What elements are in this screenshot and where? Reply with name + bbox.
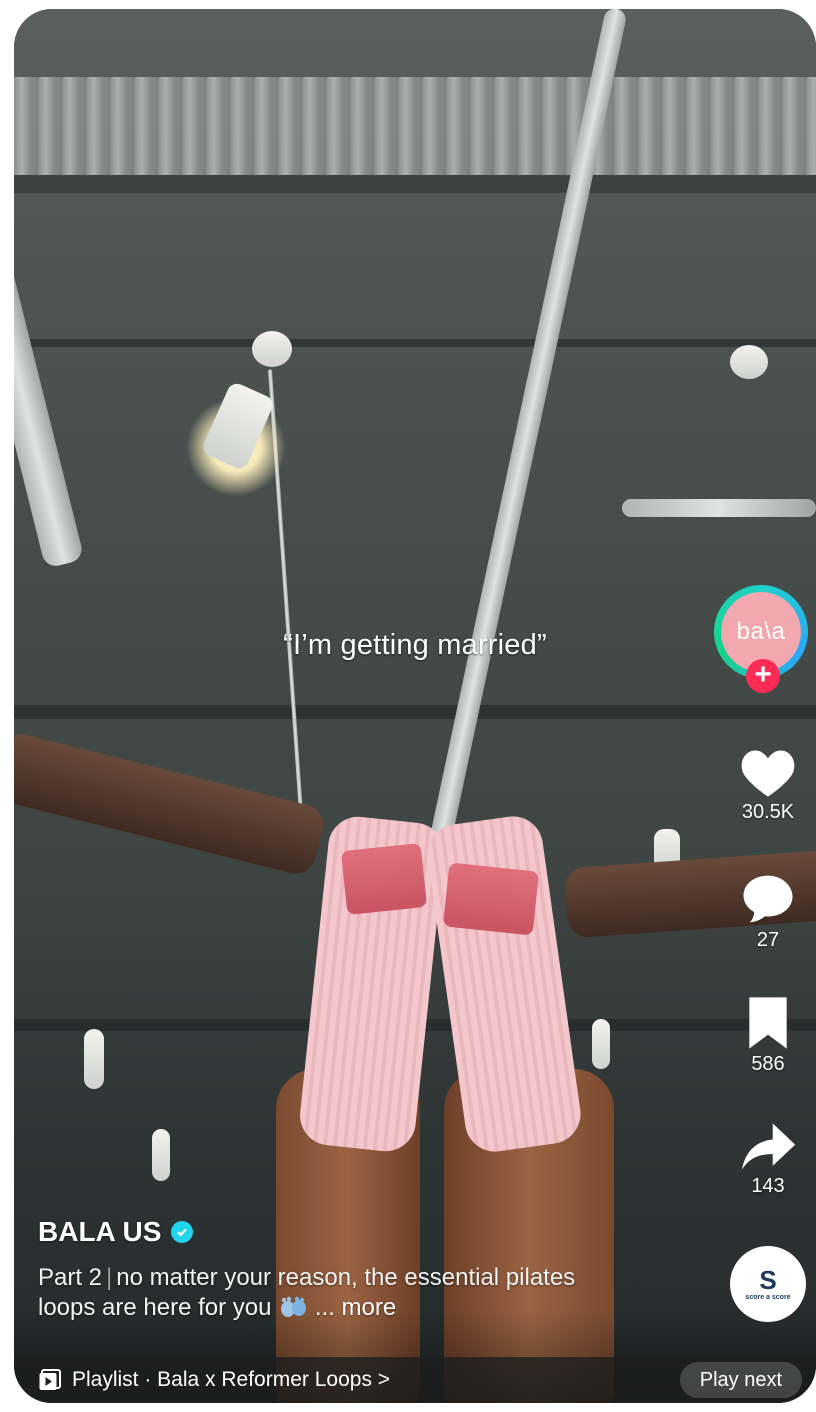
video-screen[interactable]: “I’m getting married” ba\a + 30.5K 27 58… bbox=[14, 9, 816, 1403]
follow-button[interactable]: + bbox=[746, 659, 780, 693]
playlist-label: Playlist · Bala x Reformer Loops > bbox=[72, 1368, 391, 1391]
ceiling-beam bbox=[14, 705, 816, 719]
sound-disc-logo: S bbox=[759, 1264, 777, 1295]
creator-name-row[interactable]: BALA US bbox=[38, 1216, 194, 1248]
duct-shadow bbox=[14, 175, 816, 193]
video-description[interactable]: Part 2 | no matter your reason, the essent… bbox=[38, 1263, 638, 1323]
share-icon bbox=[742, 1123, 796, 1170]
foot-strap-right bbox=[442, 862, 540, 936]
video-frame[interactable] bbox=[14, 9, 816, 1403]
heart-icon bbox=[741, 750, 795, 797]
lamp-mount bbox=[252, 331, 292, 367]
description-more-link[interactable]: ... more bbox=[315, 1294, 396, 1321]
playlist-link[interactable]: Playlist · Bala x Reformer Loops > bbox=[38, 1368, 390, 1392]
verified-icon bbox=[171, 1221, 194, 1243]
playlist-bar[interactable]: Playlist · Bala x Reformer Loops > Play … bbox=[14, 1357, 816, 1403]
bookmark-icon bbox=[749, 997, 787, 1049]
foot-strap-left bbox=[340, 842, 428, 916]
feet-emoji-icon bbox=[278, 1294, 315, 1321]
share-count: 143 bbox=[751, 1175, 785, 1197]
ceiling-duct bbox=[14, 77, 816, 175]
comment-icon bbox=[743, 875, 793, 923]
lamp-mount bbox=[730, 345, 768, 379]
comment-count: 27 bbox=[756, 929, 780, 951]
description-separator: | bbox=[106, 1264, 113, 1291]
ceiling-beam bbox=[14, 339, 816, 347]
lamp bbox=[84, 1029, 104, 1089]
like-button[interactable]: 30.5K bbox=[726, 747, 810, 824]
sound-disc-label: score a score bbox=[745, 1293, 791, 1301]
save-button[interactable]: 586 bbox=[726, 995, 810, 1076]
comment-button[interactable]: 27 bbox=[726, 871, 810, 952]
description-part: Part 2 bbox=[38, 1264, 103, 1291]
video-overlay-text: “I’m getting married” bbox=[283, 629, 547, 661]
like-count: 30.5K bbox=[741, 801, 795, 823]
avatar-logo-text: ba\a bbox=[736, 618, 786, 645]
creator-name[interactable]: BALA US bbox=[38, 1216, 161, 1248]
playlist-icon bbox=[39, 1369, 61, 1390]
horizontal-pipe bbox=[622, 499, 816, 517]
play-next-button[interactable]: Play next bbox=[679, 1362, 802, 1398]
save-count: 586 bbox=[751, 1053, 785, 1075]
sound-disc[interactable]: S score a score bbox=[730, 1246, 806, 1322]
lamp bbox=[592, 1019, 610, 1069]
plus-icon: + bbox=[754, 658, 772, 691]
share-button[interactable]: 143 bbox=[726, 1121, 810, 1198]
lamp bbox=[152, 1129, 170, 1181]
